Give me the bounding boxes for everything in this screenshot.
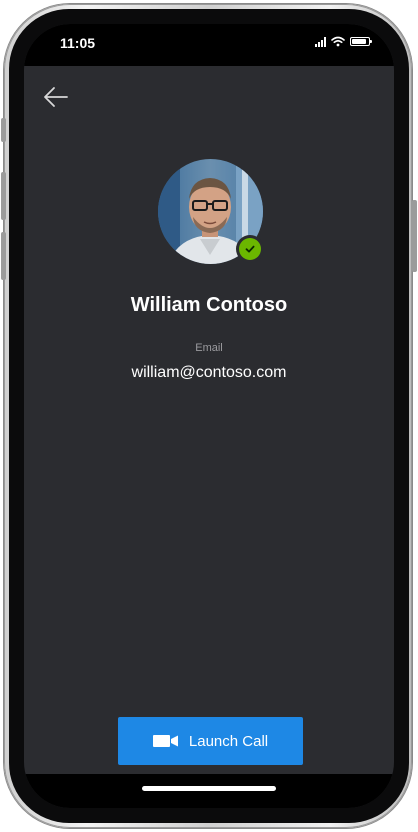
home-indicator[interactable] bbox=[142, 786, 276, 791]
launch-call-label: Launch Call bbox=[188, 732, 269, 750]
video-camera-icon bbox=[152, 735, 178, 747]
status-icons bbox=[315, 36, 372, 47]
bottom-bar bbox=[24, 774, 394, 808]
battery-icon bbox=[350, 37, 372, 46]
presence-badge bbox=[236, 235, 264, 263]
arrow-left-icon bbox=[44, 87, 68, 107]
back-button[interactable] bbox=[40, 84, 70, 110]
signal-icon bbox=[315, 36, 326, 47]
volume-up-button bbox=[1, 172, 6, 220]
volume-down-button bbox=[1, 232, 6, 280]
mute-switch bbox=[1, 118, 6, 142]
available-check-icon bbox=[239, 238, 261, 260]
status-time: 11:05 bbox=[60, 35, 96, 51]
contact-name: William Contoso bbox=[130, 294, 288, 316]
email-value[interactable]: william@contoso.com bbox=[24, 364, 394, 382]
wifi-icon bbox=[331, 36, 345, 47]
profile-avatar bbox=[158, 159, 264, 264]
launch-call-button[interactable]: Launch Call bbox=[118, 717, 303, 765]
status-bar: 11:05 bbox=[24, 24, 394, 66]
email-label: Email bbox=[195, 342, 223, 354]
app-screen: 11:05 William Contoso Email william@cont… bbox=[24, 24, 394, 808]
power-button bbox=[412, 200, 417, 272]
